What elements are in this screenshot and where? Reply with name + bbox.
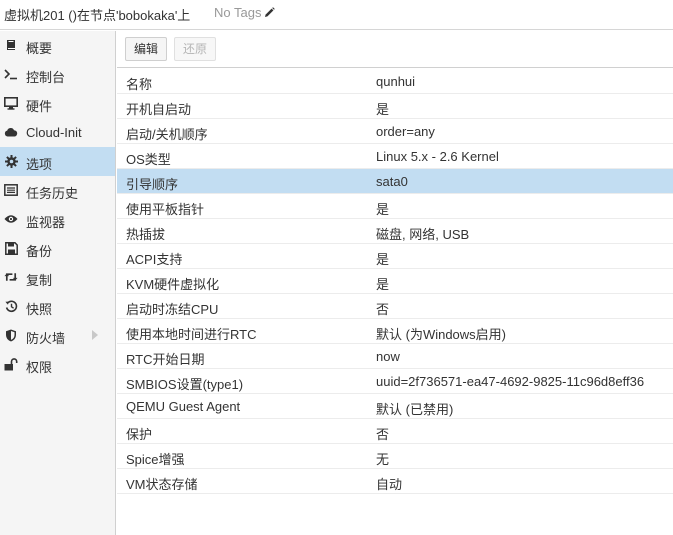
option-value: 默认 (为Windows启用) — [376, 327, 507, 342]
options-row[interactable]: OS类型 Linux 5.x - 2.6 Kernel — [117, 144, 673, 169]
sidebar-item-label: 复制 — [26, 273, 53, 288]
sidebar-item-label: 权限 — [26, 360, 53, 375]
option-key: 开机自启动 — [126, 102, 192, 117]
options-row[interactable]: 开机自启动 是 — [117, 94, 673, 119]
option-key: 使用平板指针 — [126, 202, 205, 217]
option-key: 热插拔 — [126, 227, 166, 242]
option-value: 是 — [376, 202, 390, 217]
option-value: sata0 — [376, 174, 408, 189]
sidebar-item-label: 概要 — [26, 41, 53, 56]
sidebar-item-summary[interactable]: 概要 — [0, 31, 115, 60]
option-value: 默认 (已禁用) — [376, 402, 454, 417]
options-row[interactable]: 启动时冻结CPU 否 — [117, 294, 673, 319]
option-key: 名称 — [126, 77, 153, 92]
option-value: 否 — [376, 427, 390, 442]
sidebar-item-monitor[interactable]: 监视器 — [0, 205, 115, 234]
option-value: uuid=2f736571-ea47-4692-9825-11c96d8eff3… — [376, 374, 645, 389]
option-key: 启动/关机顺序 — [126, 127, 208, 142]
option-key: SMBIOS设置(type1) — [126, 377, 244, 392]
unlock-icon — [4, 357, 18, 371]
gear-icon — [4, 154, 18, 168]
sidebar-item-firewall[interactable]: 防火墙 — [0, 321, 115, 350]
sidebar-item-label: 监视器 — [26, 215, 66, 230]
option-value: 自动 — [376, 477, 403, 492]
option-key: RTC开始日期 — [126, 352, 205, 367]
sidebar-item-label: 选项 — [26, 157, 53, 172]
option-key: QEMU Guest Agent — [126, 399, 241, 414]
options-row[interactable]: QEMU Guest Agent 默认 (已禁用) — [117, 394, 673, 419]
book-icon — [4, 38, 18, 52]
option-key: OS类型 — [126, 152, 171, 167]
sidebar-item-task-history[interactable]: 任务历史 — [0, 176, 115, 205]
shield-icon — [4, 328, 18, 342]
floppy-icon — [4, 241, 18, 255]
sidebar-item-label: 防火墙 — [26, 331, 66, 346]
options-row[interactable]: 使用平板指针 是 — [117, 194, 673, 219]
sidebar-item-label: 任务历史 — [26, 186, 79, 201]
option-value: 是 — [376, 277, 390, 292]
sidebar-item-cloud-init[interactable]: Cloud-Init — [0, 118, 115, 147]
options-row[interactable]: Spice增强 无 — [117, 444, 673, 469]
option-value: qunhui — [376, 74, 416, 89]
option-key: 保护 — [126, 427, 153, 442]
option-key: ACPI支持 — [126, 252, 183, 267]
toolbar: 编辑 还原 — [117, 31, 673, 68]
options-row[interactable]: ACPI支持 是 — [117, 244, 673, 269]
option-key: 引导顺序 — [126, 177, 179, 192]
option-value: order=any — [376, 124, 435, 139]
vm-title: 虚拟机201 ()在节点'bobokaka'上 — [4, 8, 191, 23]
options-row-selected[interactable]: 引导顺序 sata0 — [117, 169, 673, 194]
option-key: 启动时冻结CPU — [126, 302, 219, 317]
sidebar-item-snapshot[interactable]: 快照 — [0, 292, 115, 321]
sidebar-item-label: 控制台 — [26, 70, 66, 85]
tags-label: No Tags — [214, 5, 262, 20]
options-row[interactable]: VM状态存储 自动 — [117, 469, 673, 494]
sidebar-item-hardware[interactable]: 硬件 — [0, 89, 115, 118]
option-value: now — [376, 349, 400, 364]
list-icon — [4, 183, 18, 197]
options-row[interactable]: SMBIOS设置(type1) uuid=2f736571-ea47-4692-9… — [117, 369, 673, 394]
edit-button[interactable]: 编辑 — [125, 37, 167, 61]
options-row[interactable]: 启动/关机顺序 order=any — [117, 119, 673, 144]
options-grid: 名称 qunhui 开机自启动是 启动/关机顺序 order=any OS类型 Lin… — [117, 69, 673, 494]
options-row[interactable]: 热插拔 磁盘, 网络, USB — [117, 219, 673, 244]
title-bar: 虚拟机201 ()在节点'bobokaka'上 No Tags — [0, 0, 673, 30]
terminal-icon — [4, 67, 18, 81]
option-key: Spice增强 — [126, 452, 185, 467]
option-value: 磁盘, 网络, USB — [376, 227, 470, 242]
pencil-icon[interactable] — [264, 7, 276, 18]
sidebar-item-options[interactable]: 选项 — [0, 147, 115, 176]
options-row[interactable]: RTC开始日期 now — [117, 344, 673, 369]
history-icon — [4, 299, 18, 313]
revert-button[interactable]: 还原 — [174, 37, 216, 61]
option-key: 使用本地时间进行RTC — [126, 327, 257, 342]
sidebar-item-permissions[interactable]: 权限 — [0, 350, 115, 379]
sidebar-item-label: Cloud-Init — [26, 125, 82, 140]
options-row[interactable]: 保护 否 — [117, 419, 673, 444]
option-value: 是 — [376, 102, 390, 117]
sidebar-item-label: 备份 — [26, 244, 53, 259]
options-row[interactable]: 使用本地时间进行RTC 默认 (为Windows启用) — [117, 319, 673, 344]
option-value: Linux 5.x - 2.6 Kernel — [376, 149, 499, 164]
sidebar-item-label: 硬件 — [26, 99, 53, 114]
expand-arrow-icon[interactable] — [92, 330, 98, 340]
option-value: 是 — [376, 252, 390, 267]
sidebar-item-backup[interactable]: 备份 — [0, 234, 115, 263]
option-key: VM状态存储 — [126, 477, 198, 492]
cloud-icon — [4, 125, 18, 139]
sidebar-item-replication[interactable]: 复制 — [0, 263, 115, 292]
options-row[interactable]: KVM硬件虚拟化 是 — [117, 269, 673, 294]
tags-editor[interactable]: No Tags — [214, 5, 276, 20]
sidebar-item-label: 快照 — [26, 302, 53, 317]
desktop-icon — [4, 96, 18, 110]
option-key: KVM硬件虚拟化 — [126, 277, 220, 292]
options-panel: 编辑 还原 名称 qunhui 开机自启动是 启动/关机顺序 order=any O… — [117, 31, 673, 535]
retweet-icon — [4, 270, 18, 284]
options-row[interactable]: 名称 qunhui — [117, 69, 673, 94]
option-value: 否 — [376, 302, 390, 317]
sidebar-item-console[interactable]: 控制台 — [0, 60, 115, 89]
option-value: 无 — [376, 452, 390, 467]
sidebar-nav: 概要 控制台 硬件 Cloud-Init 选项 任务历史 监视器 备份 复制 快… — [0, 31, 116, 535]
eye-icon — [4, 212, 18, 226]
